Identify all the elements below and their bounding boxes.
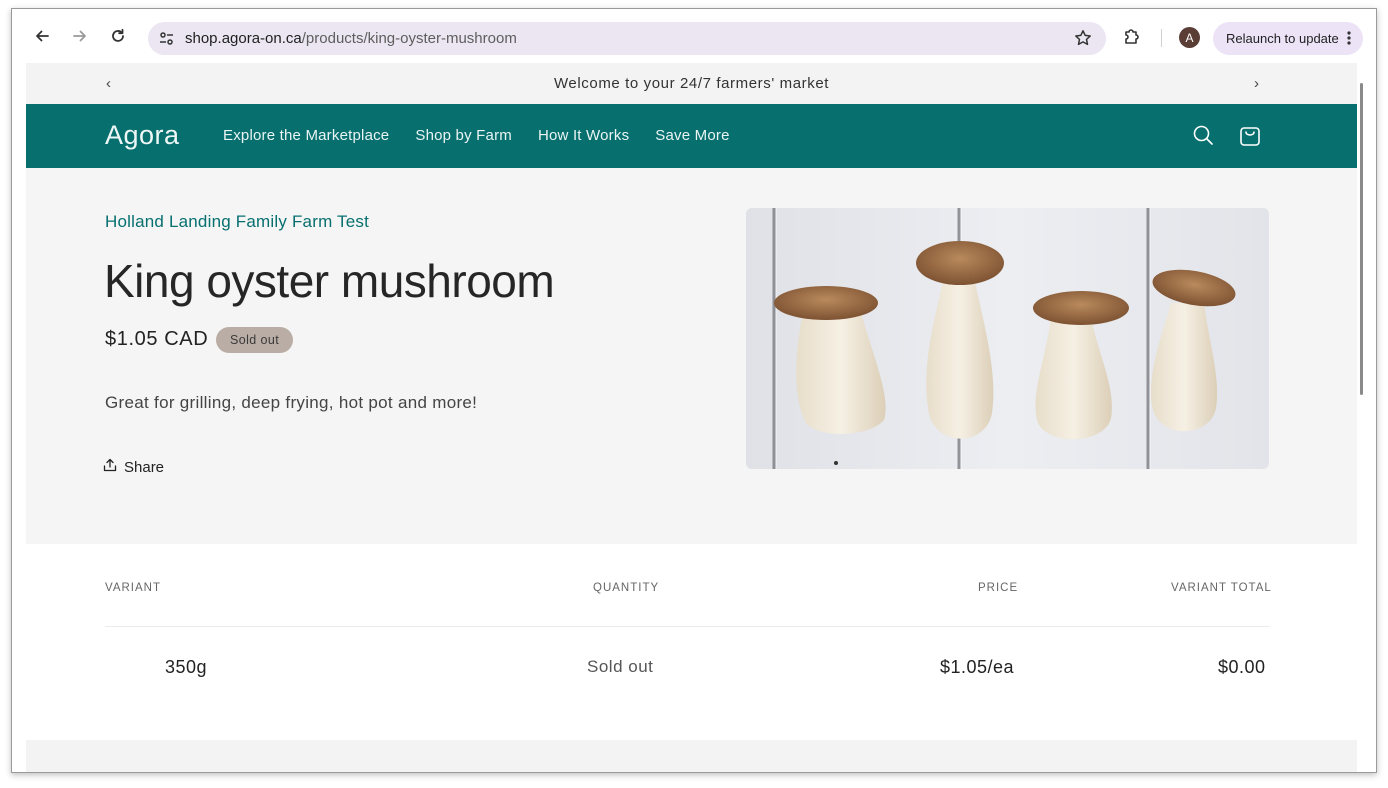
extensions-puzzle-icon[interactable] [1122, 26, 1142, 51]
forward-icon[interactable] [69, 25, 91, 47]
page-viewport: ‹ Welcome to your 24/7 farmers' market ›… [26, 63, 1357, 772]
variant-total-column-header: VARIANT TOTAL [1171, 582, 1272, 594]
url-text: shop.agora-on.ca/products/king-oyster-mu… [185, 30, 517, 47]
sold-out-badge: Sold out [216, 327, 294, 353]
quantity-column-header: QUANTITY [593, 582, 660, 594]
product-image[interactable] [746, 208, 1269, 469]
price-cell: $1.05/ea [940, 657, 1015, 677]
table-divider [105, 626, 1270, 627]
search-icon[interactable] [1192, 124, 1214, 151]
relaunch-button[interactable]: Relaunch to update [1213, 22, 1363, 55]
bookmark-star-icon[interactable] [1074, 29, 1092, 52]
browser-window: shop.agora-on.ca/products/king-oyster-mu… [11, 8, 1377, 773]
nav-item-how-it-works[interactable]: How It Works [538, 127, 629, 144]
announcement-bar: ‹ Welcome to your 24/7 farmers' market › [26, 63, 1357, 104]
reload-icon[interactable] [107, 25, 129, 47]
nav-item-save-more[interactable]: Save More [655, 127, 729, 144]
nav-item-explore-marketplace[interactable]: Explore the Marketplace [223, 127, 389, 144]
price-column-header: PRICE [978, 582, 1019, 594]
share-button[interactable]: Share [103, 458, 164, 476]
main-nav: Explore the Marketplace Shop by Farm How… [223, 127, 730, 144]
site-info-icon[interactable] [158, 30, 175, 52]
url-host: shop.agora-on.ca [185, 30, 302, 47]
site-logo[interactable]: Agora [105, 120, 180, 151]
profile-avatar[interactable]: A [1179, 27, 1200, 48]
variant-cell: 350g [165, 657, 208, 677]
cart-icon[interactable] [1239, 123, 1261, 152]
variant-table: VARIANT QUANTITY PRICE VARIANT TOTAL 350… [26, 544, 1357, 734]
address-bar[interactable]: shop.agora-on.ca/products/king-oyster-mu… [148, 22, 1106, 55]
variant-total-cell: $0.00 [1218, 657, 1266, 677]
share-label: Share [124, 458, 165, 476]
product-price: $1.05 CAD [105, 328, 209, 350]
more-menu-icon[interactable] [1347, 31, 1351, 48]
url-path: /products/king-oyster-mushroom [301, 30, 517, 47]
toolbar-divider [1161, 29, 1162, 47]
next-section-band [26, 740, 1357, 772]
nav-item-shop-by-farm[interactable]: Shop by Farm [415, 127, 512, 144]
product-title: King oyster mushroom [104, 255, 555, 307]
vendor-link[interactable]: Holland Landing Family Farm Test [105, 212, 369, 232]
quantity-cell: Sold out [587, 657, 654, 676]
product-description: Great for grilling, deep frying, hot pot… [105, 393, 478, 412]
share-icon [103, 458, 117, 476]
back-icon[interactable] [31, 25, 53, 47]
relaunch-label: Relaunch to update [1226, 31, 1339, 46]
site-header: Agora Explore the Marketplace Shop by Fa… [26, 104, 1357, 168]
browser-toolbar: shop.agora-on.ca/products/king-oyster-mu… [12, 9, 1376, 63]
scrollbar-thumb[interactable] [1360, 83, 1363, 395]
announcement-text: Welcome to your 24/7 farmers' market [553, 75, 830, 92]
announcement-next-button[interactable]: › [1254, 75, 1259, 92]
variant-column-header: VARIANT [105, 582, 161, 594]
product-section: Holland Landing Family Farm Test King oy… [26, 168, 1357, 544]
